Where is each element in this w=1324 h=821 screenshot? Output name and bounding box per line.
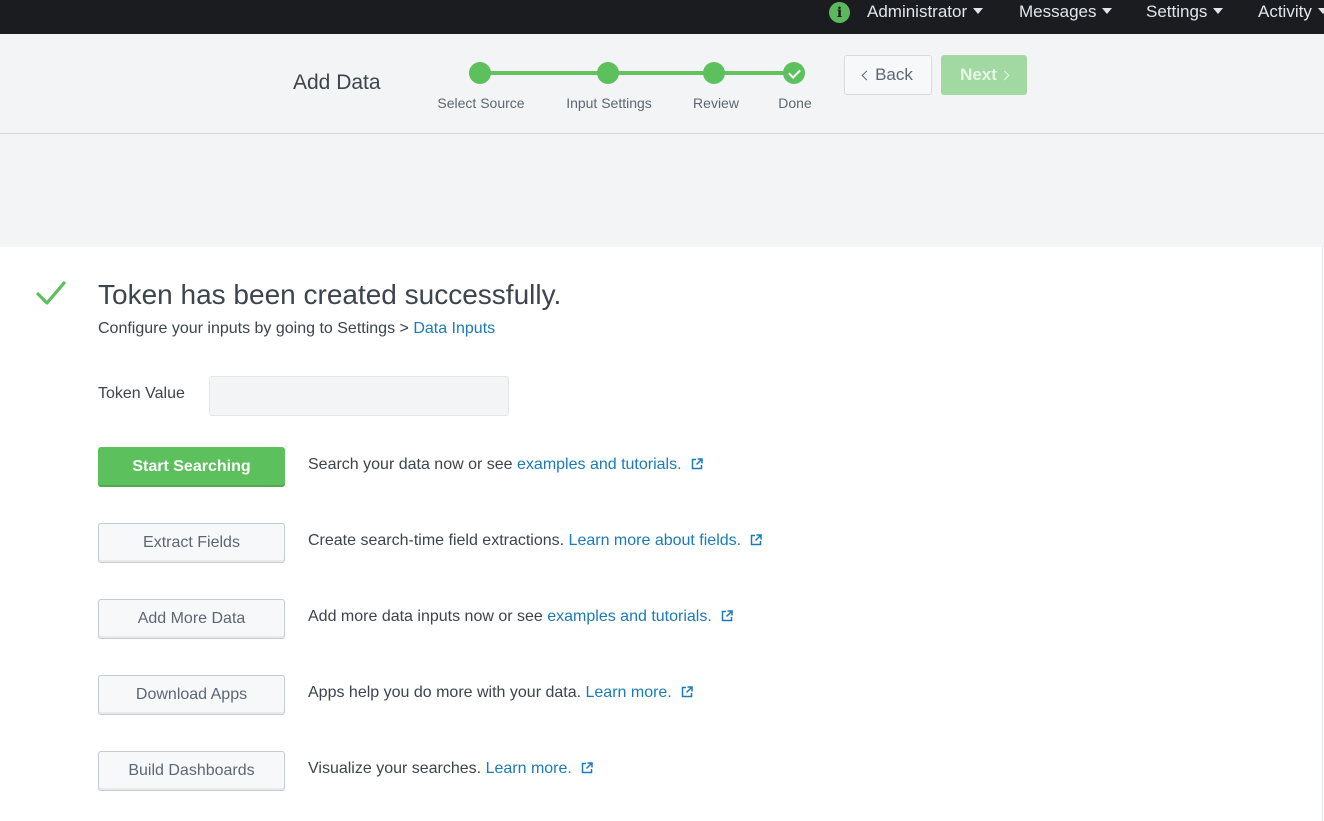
action-description: Create search-time field extractions. Le… <box>308 532 762 550</box>
start-searching-button[interactable]: Start Searching <box>98 447 285 487</box>
action-description-text: Search your data now or see <box>308 456 518 473</box>
wizard-header: Add Data Select Source Input Settings Re… <box>0 34 1324 134</box>
top-nav-bar: i Administrator Messages Settings Activi… <box>0 0 1324 34</box>
learn-more-apps-link[interactable]: Learn more. <box>586 684 672 701</box>
chevron-left-icon <box>861 70 872 80</box>
caret-down-icon <box>973 8 984 14</box>
learn-more-fields-link[interactable]: Learn more about fields. <box>569 532 742 549</box>
external-link-icon[interactable] <box>581 762 593 774</box>
nav-settings-label: Settings <box>1146 2 1208 21</box>
external-link-icon[interactable] <box>681 686 693 698</box>
header-spacer <box>0 134 1324 247</box>
action-description-text: Apps help you do more with your data. <box>308 684 586 701</box>
nav-administrator-label: Administrator <box>867 2 968 21</box>
action-row-build-dashboards: Build Dashboards Visualize your searches… <box>98 751 998 791</box>
data-inputs-link[interactable]: Data Inputs <box>413 320 495 337</box>
step-label-done: Done <box>778 95 812 111</box>
action-row-start-searching: Start Searching Search your data now or … <box>98 447 998 487</box>
action-description: Add more data inputs now or see examples… <box>308 608 733 626</box>
nav-activity-menu[interactable]: Activity <box>1258 0 1324 24</box>
action-row-extract-fields: Extract Fields Create search-time field … <box>98 523 998 563</box>
extract-fields-button[interactable]: Extract Fields <box>98 523 285 563</box>
content-divider <box>1322 247 1323 821</box>
chevron-right-icon <box>999 70 1010 80</box>
action-description: Apps help you do more with your data. Le… <box>308 684 693 702</box>
back-button[interactable]: Back <box>844 55 932 95</box>
learn-more-dashboards-link[interactable]: Learn more. <box>486 760 572 777</box>
examples-tutorials-link[interactable]: examples and tutorials. <box>517 456 682 473</box>
configure-hint-text: Configure your inputs by going to Settin… <box>98 320 414 337</box>
token-value-field[interactable] <box>209 376 509 416</box>
examples-tutorials-link[interactable]: examples and tutorials. <box>547 608 712 625</box>
caret-down-icon <box>1317 8 1324 14</box>
progress-track <box>480 71 794 75</box>
step-done-check-icon <box>783 62 805 84</box>
action-row-download-apps: Download Apps Apps help you do more with… <box>98 675 998 715</box>
action-row-add-more-data: Add More Data Add more data inputs now o… <box>98 599 998 639</box>
info-icon[interactable]: i <box>829 2 850 23</box>
back-button-label: Back <box>875 65 913 84</box>
action-description: Search your data now or see examples and… <box>308 456 703 474</box>
caret-down-icon <box>1102 8 1113 14</box>
token-value-label: Token Value <box>98 385 185 402</box>
step-dot-select-source <box>469 62 491 84</box>
success-check-icon <box>36 281 66 305</box>
caret-down-icon <box>1213 8 1224 14</box>
configure-hint: Configure your inputs by going to Settin… <box>98 320 495 338</box>
add-more-data-button[interactable]: Add More Data <box>98 599 285 639</box>
next-button[interactable]: Next <box>941 55 1027 95</box>
nav-administrator-menu[interactable]: Administrator <box>867 0 984 24</box>
action-description: Visualize your searches. Learn more. <box>308 760 593 778</box>
step-label-input-settings: Input Settings <box>566 95 652 111</box>
page-title: Add Data <box>293 71 381 94</box>
download-apps-button[interactable]: Download Apps <box>98 675 285 715</box>
success-headline: Token has been created successfully. <box>98 279 562 310</box>
step-dot-input-settings <box>597 62 619 84</box>
nav-messages-menu[interactable]: Messages <box>1019 0 1113 24</box>
build-dashboards-button[interactable]: Build Dashboards <box>98 751 285 791</box>
external-link-icon[interactable] <box>750 534 762 546</box>
action-description-text: Visualize your searches. <box>308 760 486 777</box>
nav-settings-menu[interactable]: Settings <box>1146 0 1224 24</box>
nav-activity-label: Activity <box>1258 2 1312 21</box>
external-link-icon[interactable] <box>721 610 733 622</box>
step-label-review: Review <box>693 95 739 111</box>
external-link-icon[interactable] <box>691 458 703 470</box>
nav-messages-label: Messages <box>1019 2 1097 21</box>
step-label-select-source: Select Source <box>437 95 525 111</box>
action-description-text: Create search-time field extractions. <box>308 532 569 549</box>
action-description-text: Add more data inputs now or see <box>308 608 548 625</box>
step-dot-review <box>703 62 725 84</box>
next-button-label: Next <box>960 65 997 84</box>
